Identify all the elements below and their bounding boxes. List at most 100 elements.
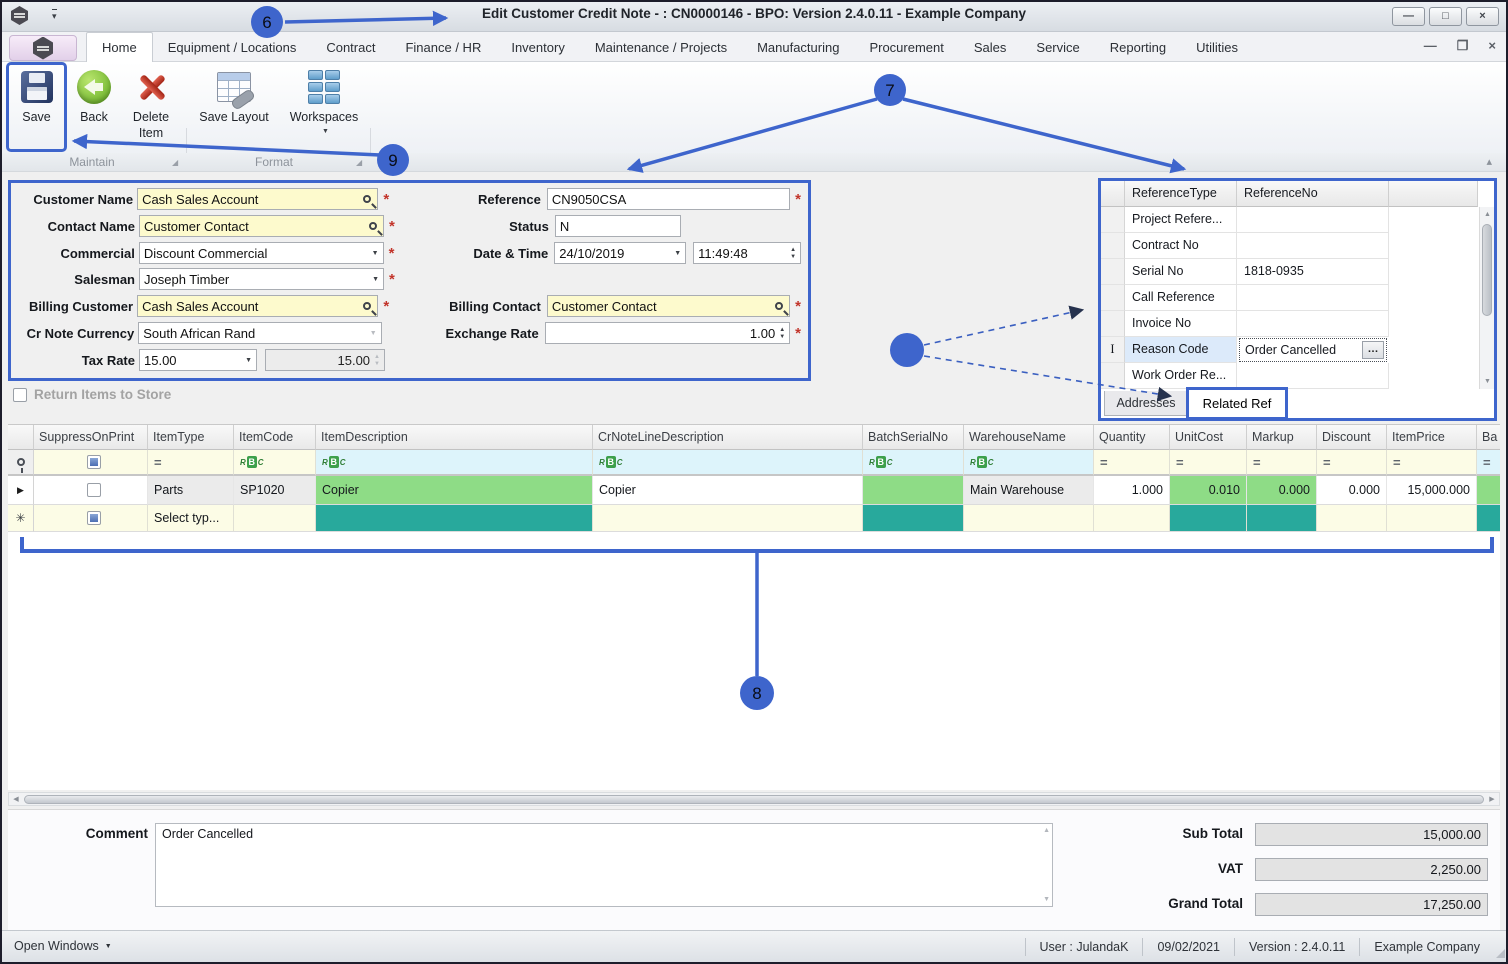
row-checkbox[interactable] [86,483,101,497]
col-unitcost[interactable]: UnitCost [1170,425,1247,450]
workspaces-button[interactable]: Workspaces ▼ [282,64,366,150]
tab-reporting[interactable]: Reporting [1095,32,1181,62]
filter-itemdescription[interactable]: RBC [316,450,593,476]
delete-item-button[interactable]: Delete Item [122,64,180,150]
newcell-discount[interactable] [1317,505,1387,532]
newcell-unitcost[interactable] [1170,505,1247,532]
col-quantity[interactable]: Quantity [1094,425,1170,450]
cell-ba[interactable] [1477,476,1500,505]
tab-home[interactable]: Home [86,32,153,62]
newcell-suppressonprint[interactable] [34,505,148,532]
col-batchserialno[interactable]: BatchSerialNo [863,425,964,450]
tab-utilities[interactable]: Utilities [1181,32,1253,62]
scroll-down-icon[interactable]: ▼ [1043,896,1050,903]
newcell-quantity[interactable] [1094,505,1170,532]
save-button[interactable]: Save [6,62,67,152]
tab-manufacturing[interactable]: Manufacturing [742,32,854,62]
col-itemprice[interactable]: ItemPrice [1387,425,1477,450]
search-icon[interactable] [369,222,377,230]
status-field[interactable]: N [554,215,681,237]
newcell-crnotelinedescription[interactable] [593,505,863,532]
time-field[interactable]: 11:49:48 ▲ ▼ [693,242,802,264]
billing-customer-field[interactable]: Cash Sales Account [137,295,379,317]
maximize-button[interactable]: □ [1429,7,1462,26]
newcell-batchserialno[interactable] [863,505,964,532]
chevron-down-icon[interactable]: ▼ [372,250,379,257]
date-field[interactable]: 24/10/2019 ▼ [554,242,687,264]
back-button[interactable]: Back [70,64,118,150]
ref-type-cell[interactable]: Serial No [1125,259,1237,285]
ref-no-cell[interactable] [1237,363,1389,389]
col-markup[interactable]: Markup [1247,425,1317,450]
collapse-ribbon-icon[interactable]: ▴ [1486,155,1492,168]
col-suppressonprint[interactable]: SuppressOnPrint [34,425,148,450]
group-format-launcher-icon[interactable]: ◢ [356,158,362,167]
newcell-itemprice[interactable] [1387,505,1477,532]
cell-markup[interactable]: 0.000 [1247,476,1317,505]
open-windows-button[interactable]: Open Windows ▼ [14,939,112,953]
minimize-button[interactable]: — [1392,7,1425,26]
resize-grip[interactable] [1496,949,1505,958]
tab-equipment-locations[interactable]: Equipment / Locations [153,32,312,62]
tab-finance-hr[interactable]: Finance / HR [390,32,496,62]
filter-ba[interactable]: = [1477,450,1500,476]
tab-sales[interactable]: Sales [959,32,1022,62]
col-itemcode[interactable]: ItemCode [234,425,316,450]
reason-code-editor[interactable]: Order Cancelled … [1239,338,1387,362]
col-itemdescription[interactable]: ItemDescription [316,425,593,450]
search-icon[interactable] [363,195,372,203]
exchange-rate-spinner[interactable]: ▲ ▼ [779,327,785,340]
ref-no-cell[interactable] [1237,285,1389,311]
salesman-dropdown[interactable]: Joseph Timber ▼ [139,268,384,290]
group-maintain-launcher-icon[interactable]: ◢ [172,158,178,167]
new-row-checkbox[interactable] [86,511,101,525]
col-crnotelinedescription[interactable]: CrNoteLineDescription [593,425,863,450]
tab-addresses[interactable]: Addresses [1104,391,1188,416]
cr-note-currency-dropdown[interactable]: South African Rand ▼ [138,322,382,344]
filter-batchserialno[interactable]: RBC [863,450,964,476]
cell-itemprice[interactable]: 15,000.000 [1387,476,1477,505]
cell-warehousename[interactable]: Main Warehouse [964,476,1094,505]
col-itemtype[interactable]: ItemType [148,425,234,450]
ref-type-cell[interactable]: Project Refere... [1125,207,1237,233]
col-ba[interactable]: Ba [1477,425,1500,450]
newcell-ba[interactable] [1477,505,1500,532]
scroll-left-icon[interactable]: ◀ [9,795,23,803]
ref-type-cell[interactable]: Call Reference [1125,285,1237,311]
application-button[interactable] [9,35,77,61]
tab-inventory[interactable]: Inventory [496,32,579,62]
ref-type-cell[interactable]: Contract No [1125,233,1237,259]
filter-itemcode[interactable]: RBC [234,450,316,476]
cell-batchserialno[interactable] [863,476,964,505]
tax-rate-dropdown[interactable]: 15.00 ▼ [139,349,257,371]
tab-contract[interactable]: Contract [311,32,390,62]
filter-itemtype[interactable]: = [148,450,234,476]
ref-no-cell[interactable] [1237,207,1389,233]
tab-service[interactable]: Service [1021,32,1094,62]
cell-unitcost[interactable]: 0.010 [1170,476,1247,505]
ref-type-cell[interactable]: Work Order Re... [1125,363,1237,389]
search-icon[interactable] [363,302,372,310]
newcell-itemdescription[interactable] [316,505,593,532]
ellipsis-button[interactable]: … [1362,341,1384,359]
ref-type-cell[interactable]: Invoice No [1125,311,1237,337]
billing-contact-field[interactable]: Customer Contact [546,295,791,317]
ref-no-cell[interactable] [1237,311,1389,337]
filter-warehousename[interactable]: RBC [964,450,1094,476]
filter-markup[interactable]: = [1247,450,1317,476]
ref-header-referenceno[interactable]: ReferenceNo [1237,181,1389,207]
scroll-up-icon[interactable]: ▲ [1480,207,1495,222]
ref-header-referencetype[interactable]: ReferenceType [1125,181,1237,207]
cell-itemcode[interactable]: SP1020 [234,476,316,505]
tab-related-ref[interactable]: Related Ref [1186,387,1288,420]
cell-itemdescription[interactable]: Copier [316,476,593,505]
search-icon[interactable] [775,302,784,310]
mdi-restore-icon[interactable]: ❐ [1457,38,1469,54]
ref-vertical-scrollbar[interactable]: ▲ ▼ [1479,207,1494,389]
ref-no-cell[interactable] [1237,233,1389,259]
exchange-rate-field[interactable]: 1.00 ▲ ▼ [544,322,791,344]
cell-suppressonprint[interactable] [34,476,148,505]
cell-itemtype[interactable]: Parts [148,476,234,505]
filter-suppressonprint[interactable] [34,450,148,476]
contact-name-field[interactable]: Customer Contact [139,215,384,237]
